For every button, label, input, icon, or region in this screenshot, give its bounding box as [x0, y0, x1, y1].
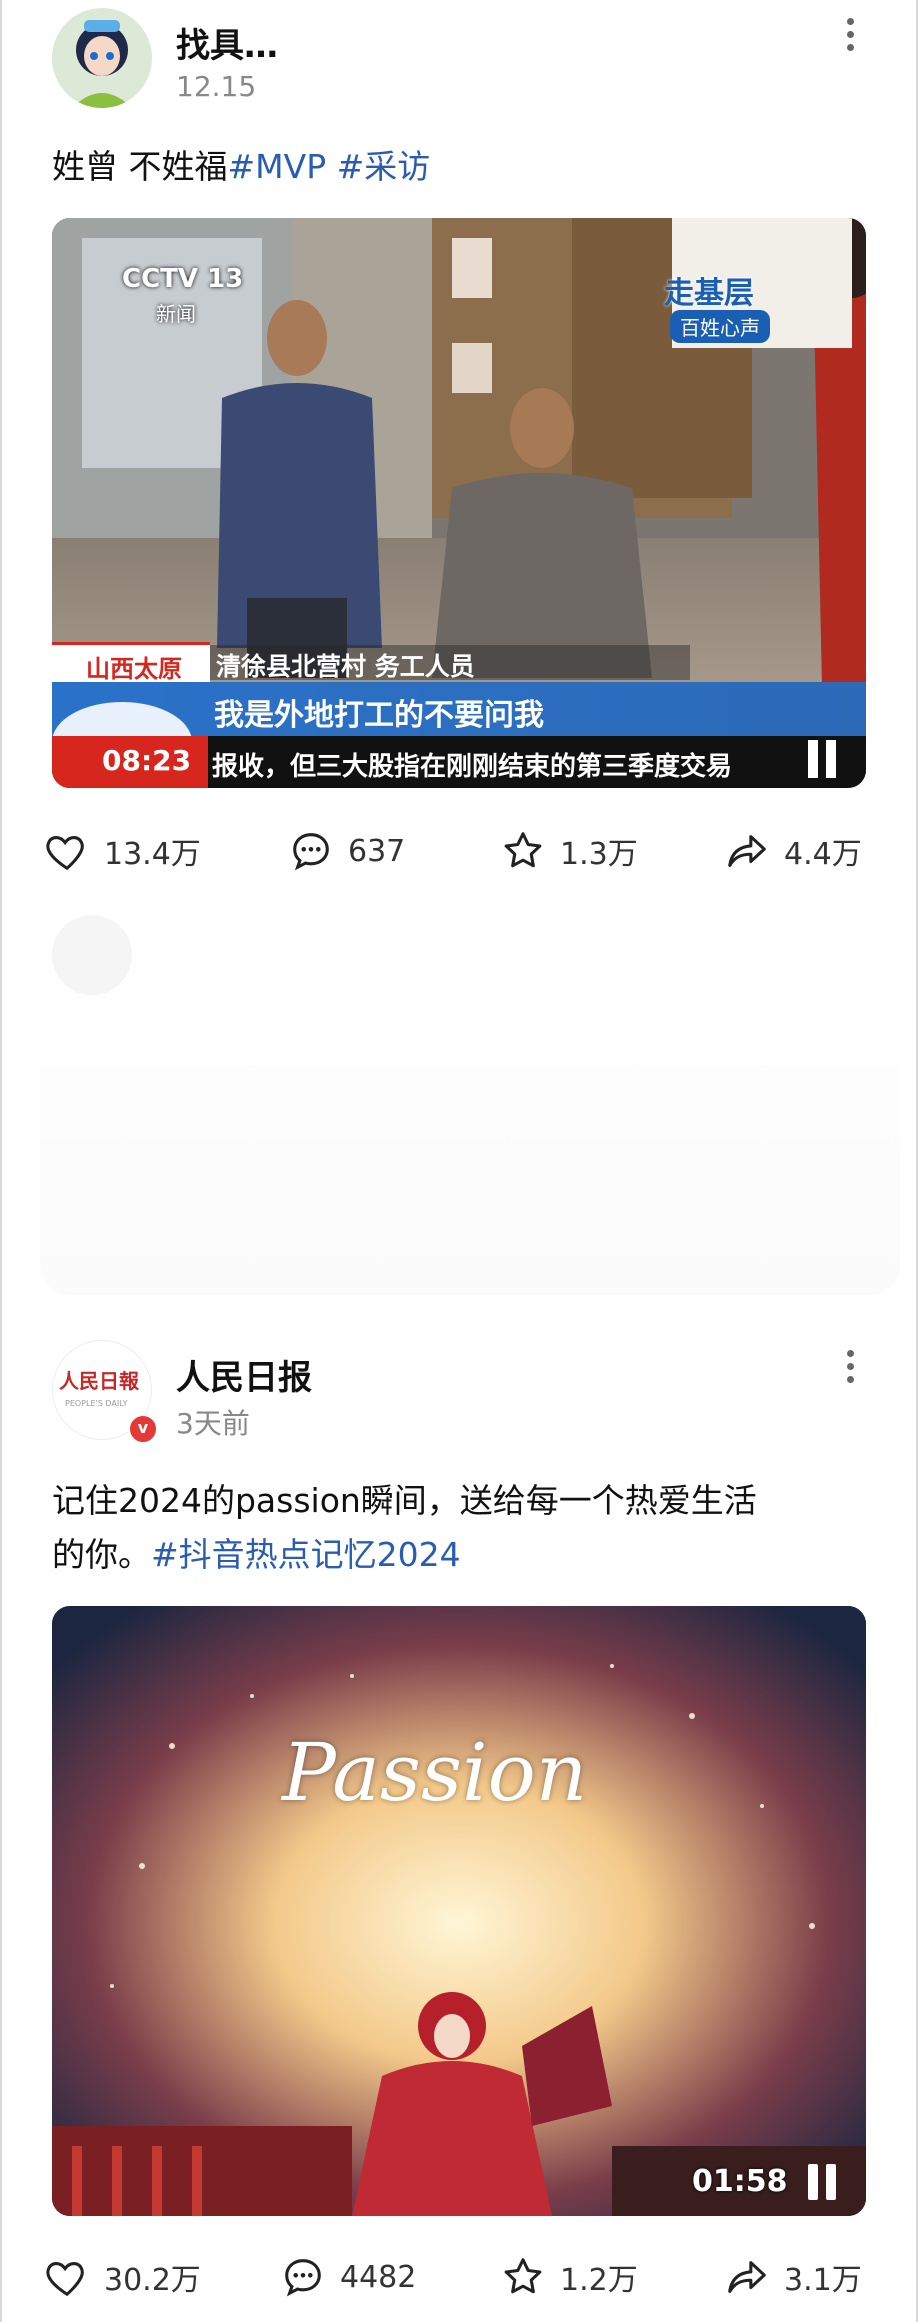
program-logo: 走基层	[664, 276, 754, 311]
author-name[interactable]: 人民日报	[176, 1350, 312, 1399]
favorite-button[interactable]: 1.3万	[500, 821, 638, 881]
lower-third: 山西太原 清徐县北营村 务工人员 我是外地打工的不要问我 08:23 报收，但三…	[52, 642, 866, 788]
like-button[interactable]: 13.4万	[44, 821, 201, 881]
post-body-line1: 记住2024的passion瞬间，送给每一个热爱生活	[52, 1481, 757, 1520]
post-actions: 13.4万 637 1.3万 4.4万	[0, 821, 918, 881]
post-text: 记住2024的passion瞬间，送给每一个热爱生活 的你。#抖音热点记忆202…	[52, 1474, 872, 1582]
post-text: 姓曾 不姓福#MVP #采访	[52, 140, 872, 194]
hashtag-link[interactable]: #MVP	[228, 147, 327, 186]
post-time: 3天前	[176, 1407, 250, 1440]
channel-logo: CCTV 13	[122, 264, 243, 294]
location-tag: 山西太原	[52, 642, 210, 683]
video-player[interactable]: Passion 01:58	[52, 1606, 866, 2216]
avatar[interactable]	[52, 8, 152, 108]
share-button[interactable]: 4.4万	[724, 821, 862, 881]
pause-icon[interactable]	[804, 2162, 844, 2202]
program-sub: 百姓心声	[670, 310, 770, 343]
avatar-logo-sub: PEOPLE'S DAILY	[65, 1399, 128, 1408]
ticker-text: 报收，但三大股指在刚刚结束的第三季度交易	[212, 752, 733, 782]
more-options-icon[interactable]	[838, 18, 862, 58]
share-button[interactable]: 3.1万	[724, 2247, 862, 2307]
channel-name: CCTV 13	[122, 264, 244, 294]
comment-button[interactable]: 4482	[280, 2247, 416, 2307]
comment-icon	[285, 2259, 321, 2297]
comment-icon	[293, 833, 329, 871]
verified-icon: v	[137, 1418, 149, 1437]
name-bar: 清徐县北营村 务工人员	[210, 645, 690, 681]
comment-button[interactable]: 637	[288, 821, 405, 881]
favorite-button[interactable]: 1.2万	[500, 2247, 638, 2307]
ticker-bar: 08:23 报收，但三大股指在刚刚结束的第三季度交易	[52, 736, 866, 788]
like-count: 30.2万	[104, 2263, 201, 2298]
clock-text: 08:23	[102, 744, 192, 777]
post-time: 12.15	[176, 70, 257, 103]
author-name[interactable]: 找具…	[176, 18, 278, 67]
video-player[interactable]: CCTV 13 新闻 走基层 百姓心声 山西太原 清徐县北营村 务工人员 我是外…	[52, 218, 866, 788]
loading-placeholder	[40, 915, 900, 1295]
caption-name: 清徐县北营村 务工人员	[216, 652, 475, 681]
subtitle-bar: 我是外地打工的不要问我	[52, 682, 866, 736]
share-icon	[728, 835, 766, 867]
post-body: 姓曾 不姓福	[52, 147, 228, 186]
video-title: Passion	[282, 1726, 588, 1819]
favorite-count: 1.2万	[560, 2263, 638, 2298]
star-icon	[504, 832, 542, 868]
hashtag-link[interactable]: #采访	[337, 147, 431, 186]
post-body-line2: 的你。	[52, 1535, 151, 1574]
globe-icon	[52, 702, 192, 736]
subtitle-text: 我是外地打工的不要问我	[214, 698, 544, 733]
share-icon	[728, 2261, 766, 2293]
post-actions: 30.2万 4482 1.2万 3.1万	[0, 2247, 918, 2307]
more-options-icon[interactable]	[838, 1350, 862, 1390]
share-count: 4.4万	[784, 837, 862, 872]
placeholder-avatar	[52, 915, 132, 995]
star-icon	[504, 2258, 542, 2294]
heart-icon	[46, 2262, 84, 2297]
verified-badge: v	[128, 1414, 158, 1444]
comment-count: 4482	[340, 2259, 417, 2295]
pause-icon[interactable]	[802, 740, 842, 780]
video-frame	[52, 1606, 866, 2216]
heart-icon	[46, 836, 84, 871]
comment-count: 637	[348, 833, 406, 869]
video-duration: 01:58	[692, 2164, 788, 2199]
favorite-count: 1.3万	[560, 837, 638, 872]
post-body-line2-row: 的你。#抖音热点记忆2024	[52, 1528, 872, 1582]
share-count: 3.1万	[784, 2263, 862, 2298]
like-count: 13.4万	[104, 837, 201, 872]
channel-sub: 新闻	[156, 302, 196, 326]
hashtag-link[interactable]: #抖音热点记忆2024	[151, 1535, 461, 1574]
like-button[interactable]: 30.2万	[44, 2247, 201, 2307]
clock-box: 08:23	[52, 736, 208, 788]
avatar-logo-text: 人民日報	[59, 1369, 139, 1393]
location-label: 山西太原	[86, 655, 182, 683]
